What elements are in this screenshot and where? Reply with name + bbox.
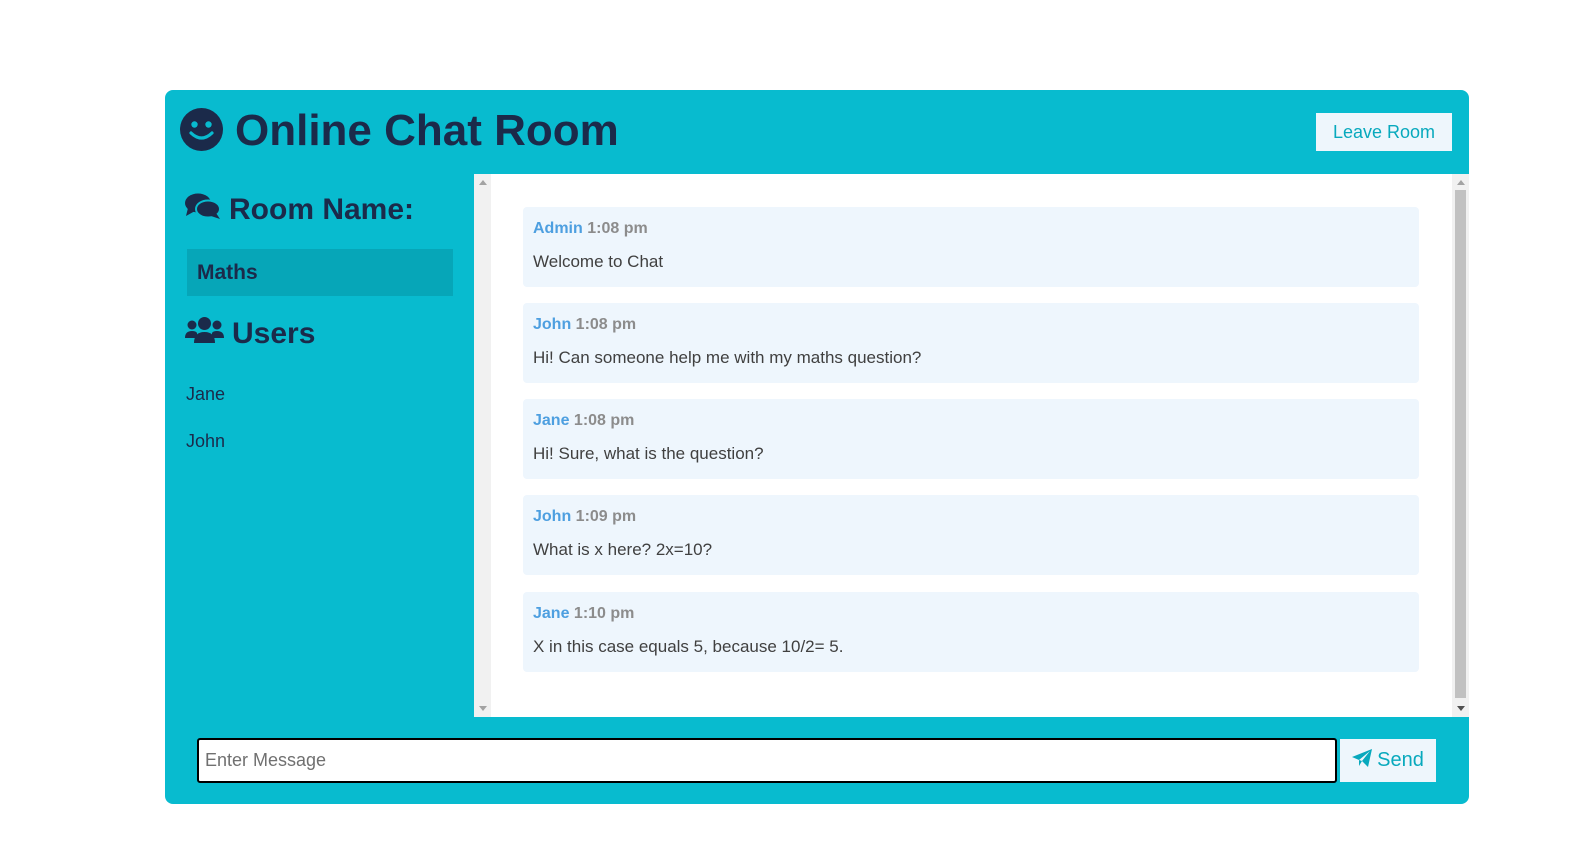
message-meta: Jane 1:08 pm [533,411,1409,431]
message-time: 1:08 pm [587,220,648,237]
app-title: Online Chat Room [235,106,619,155]
send-button-label: Send [1377,749,1424,771]
chat-header: Online Chat Room Leave Room [165,90,1469,174]
user-item: John [186,431,226,451]
message: John 1:09 pm What is x here? 2x=10? [523,495,1419,575]
message-time: 1:08 pm [575,316,637,333]
room-name-heading-label: Room Name: [229,193,415,226]
comments-icon [185,192,229,228]
message-meta: Jane 1:10 pm [533,604,1409,624]
send-button[interactable]: Send [1340,739,1436,782]
user-item: Jane [186,384,226,404]
message-text: Hi! Can someone help me with my maths qu… [533,348,922,367]
users-icon [185,316,232,352]
message-meta: John 1:09 pm [533,507,1409,527]
scroll-up-arrow-icon[interactable] [1457,180,1465,185]
message-text: Hi! Sure, what is the question? [533,444,764,463]
message-username: Jane [533,605,570,622]
users-list: Jane John [186,382,225,476]
smiley-icon [180,108,223,151]
message-username: Jane [533,412,570,429]
paper-plane-icon [1352,748,1377,773]
message: John 1:08 pm Hi! Can someone help me wit… [523,303,1419,383]
chat-messages[interactable]: Admin 1:08 pm Welcome to Chat John 1:08 … [474,174,1469,717]
scrollbar-thumb[interactable] [1455,190,1466,698]
message-text: X in this case equals 5, because 10/2= 5… [533,637,844,656]
scroll-down-arrow-icon[interactable] [1457,706,1465,711]
message-time: 1:09 pm [575,508,637,525]
scroll-up-arrow-icon[interactable] [479,180,487,185]
message-username: Admin [533,220,583,237]
message: Jane 1:10 pm X in this case equals 5, be… [523,592,1419,672]
message-username: John [533,508,572,525]
users-heading-label: Users [232,317,316,350]
scroll-down-arrow-icon[interactable] [479,706,487,711]
chat-form: Send [165,717,1469,804]
leave-room-button[interactable]: Leave Room [1316,113,1452,151]
message-meta: Admin 1:08 pm [533,219,1409,239]
message: Jane 1:08 pm Hi! Sure, what is the quest… [523,399,1419,479]
chat-container: Online Chat Room Leave Room Room Name: M… [165,90,1469,804]
room-name: Maths [187,249,453,296]
left-scrollbar[interactable] [474,174,491,717]
message-time: 1:10 pm [573,605,635,622]
message: Admin 1:08 pm Welcome to Chat [523,207,1419,287]
right-scrollbar[interactable] [1452,174,1469,717]
message-text: Welcome to Chat [533,252,664,271]
users-heading: Users [185,316,315,352]
message-meta: John 1:08 pm [533,315,1409,335]
message-input[interactable] [197,738,1337,783]
message-username: John [533,316,572,333]
message-time: 1:08 pm [573,412,635,429]
sidebar: Room Name: Maths Users Jane John [165,174,474,717]
message-text: What is x here? 2x=10? [533,540,713,559]
room-name-heading: Room Name: [185,192,414,228]
